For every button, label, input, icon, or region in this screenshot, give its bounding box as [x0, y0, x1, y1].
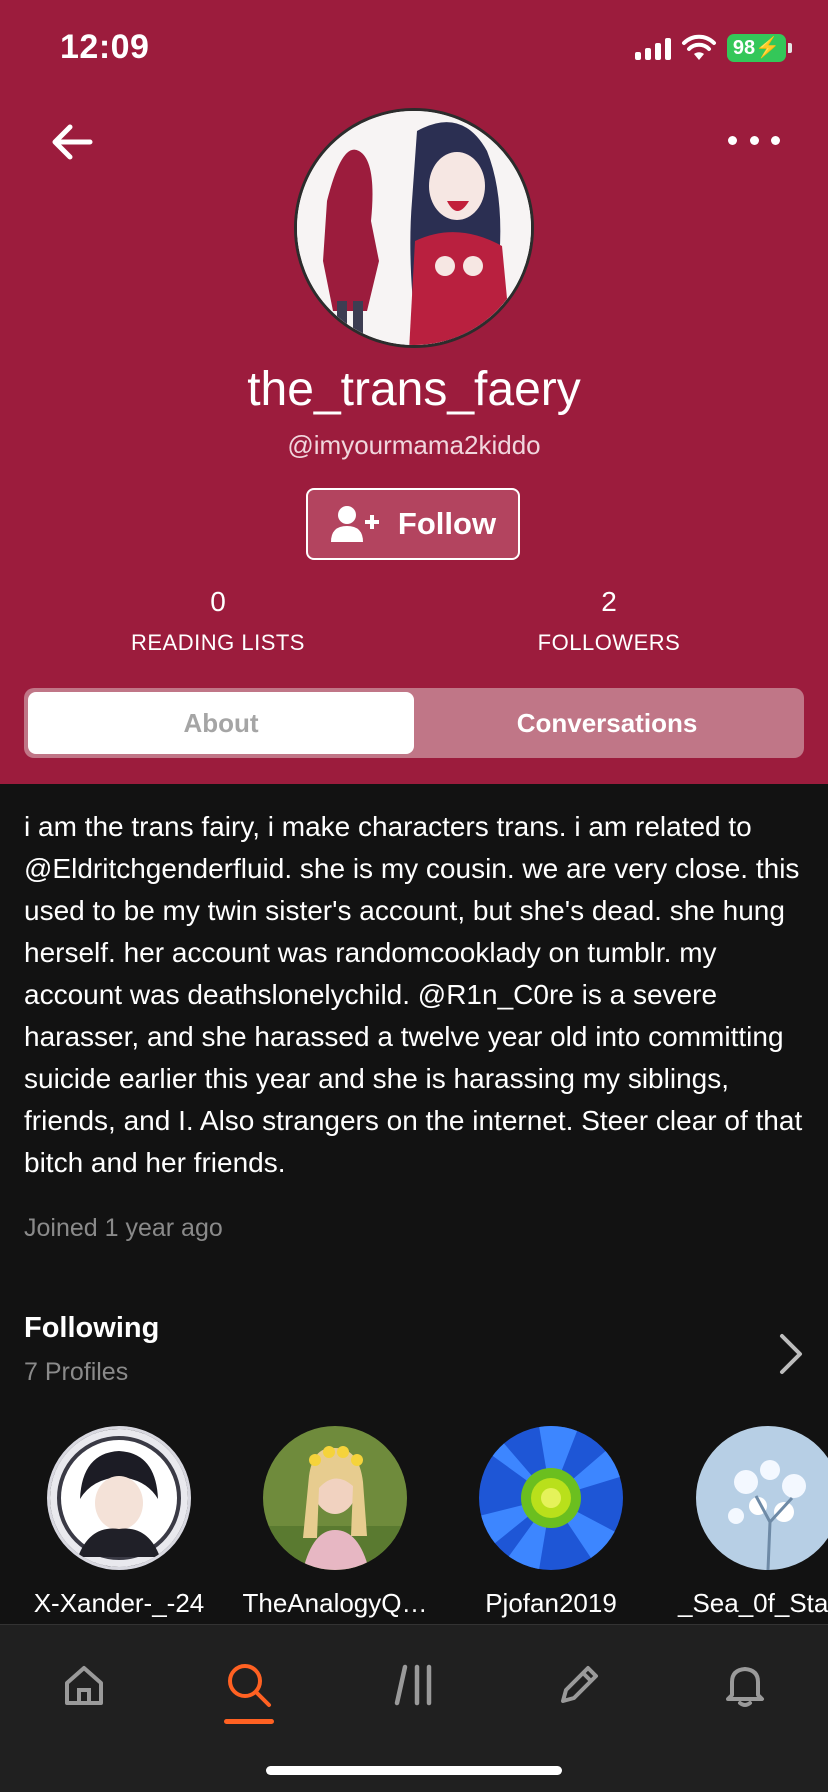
profile-screen: 12:09 98⚡ the_trans_faery @imyourmama2ki… [0, 0, 828, 1792]
status-icons: 98⚡ [634, 34, 792, 62]
following-profile-name: TheAnalogyQ… [242, 1588, 428, 1618]
battery-icon: 98⚡ [726, 34, 792, 62]
home-indicator [266, 1766, 562, 1775]
following-count: 7 Profiles [24, 1358, 129, 1386]
bell-icon [726, 1667, 764, 1707]
active-tab-indicator [224, 1719, 274, 1724]
nav-notifications[interactable] [715, 1655, 775, 1715]
follow-button[interactable]: Follow [306, 488, 520, 560]
following-profile-name: Pjofan2019 [485, 1588, 617, 1618]
avatar-image [297, 111, 531, 345]
profile-avatar-small [696, 1426, 828, 1570]
profile-tabs: About Conversations [24, 688, 804, 758]
following-profile[interactable]: Pjofan2019 [456, 1426, 646, 1619]
signal-icon [634, 36, 671, 60]
more-options-icon[interactable] [728, 120, 780, 160]
followers-stat[interactable]: 2 FOLLOWERS [459, 586, 759, 656]
status-time: 12:09 [60, 28, 150, 66]
following-profile-name: _Sea_0f_Star [678, 1588, 828, 1618]
reading-lists-label: READING LISTS [131, 630, 305, 655]
username-handle: @imyourmama2kiddo [287, 430, 541, 460]
battery-level: 98 [732, 37, 756, 59]
profile-avatar-small [263, 1426, 407, 1570]
reading-lists-stat[interactable]: 0 READING LISTS [68, 586, 368, 656]
profile-avatar-small [47, 1426, 191, 1570]
pencil-icon [561, 1666, 598, 1703]
following-profile[interactable]: _Sea_0f_Star [672, 1426, 828, 1619]
nav-home[interactable] [54, 1655, 114, 1715]
profile-avatar-small [479, 1426, 623, 1570]
following-profile-name: X-Xander-_-24 [33, 1588, 205, 1618]
home-icon [65, 1666, 103, 1705]
following-title[interactable]: Following [24, 1312, 159, 1345]
reading-lists-count: 0 [210, 586, 226, 617]
joined-date: Joined 1 year ago [24, 1214, 223, 1242]
profile-header: 12:09 98⚡ the_trans_faery @imyourmama2ki… [0, 0, 828, 784]
display-name: the_trans_faery [247, 363, 581, 416]
add-user-icon [330, 506, 379, 542]
about-bio: i am the trans fairy, i make characters … [24, 811, 803, 1178]
followers-count: 2 [601, 586, 617, 617]
following-profile[interactable]: TheAnalogyQ… [240, 1426, 430, 1619]
following-profile[interactable]: X-Xander-_-24 [24, 1426, 214, 1619]
wifi-icon [681, 34, 716, 60]
chevron-right-icon[interactable] [774, 1330, 806, 1378]
nav-write[interactable] [549, 1655, 609, 1715]
followers-label: FOLLOWERS [537, 630, 681, 655]
search-icon [228, 1664, 271, 1707]
library-icon [394, 1664, 432, 1706]
tab-about[interactable]: About [28, 692, 414, 754]
nav-library[interactable] [385, 1655, 445, 1715]
tab-conversations[interactable]: Conversations [414, 692, 800, 754]
profile-avatar [294, 108, 534, 348]
follow-label: Follow [397, 506, 497, 541]
nav-search[interactable] [219, 1655, 279, 1715]
back-arrow-icon[interactable] [46, 116, 98, 168]
